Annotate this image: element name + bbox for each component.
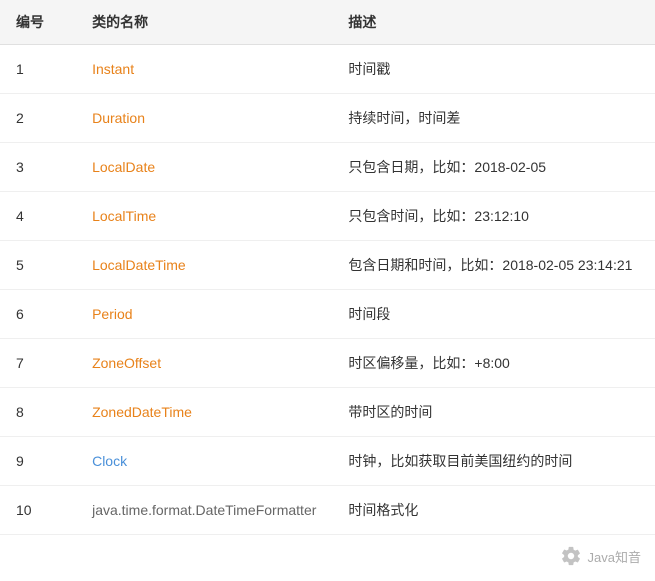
cell-class-name[interactable]: Period <box>76 290 332 339</box>
class-name-link[interactable]: LocalDateTime <box>92 257 186 273</box>
class-name-link[interactable]: LocalTime <box>92 208 156 224</box>
class-name-link[interactable]: java.time.format.DateTimeFormatter <box>92 502 316 518</box>
cell-class-name[interactable]: LocalDateTime <box>76 241 332 290</box>
class-name-link[interactable]: LocalDate <box>92 159 155 175</box>
cell-class-name[interactable]: Clock <box>76 437 332 486</box>
header-desc: 描述 <box>332 0 655 45</box>
class-name-link[interactable]: ZoneOffset <box>92 355 161 371</box>
cell-description: 时间格式化 <box>332 486 655 535</box>
class-name-link[interactable]: Instant <box>92 61 134 77</box>
cell-id: 2 <box>0 94 76 143</box>
cell-description: 时间段 <box>332 290 655 339</box>
header-id: 编号 <box>0 0 76 45</box>
table-row: 1 Instant 时间戳 <box>0 45 655 94</box>
table-header-row: 编号 类的名称 描述 <box>0 0 655 45</box>
table-row: 10 java.time.format.DateTimeFormatter 时间格式… <box>0 486 655 535</box>
cell-id: 8 <box>0 388 76 437</box>
cell-description: 带时区的时间 <box>332 388 655 437</box>
table-row: 2 Duration 持续时间，时间差 <box>0 94 655 143</box>
cell-class-name[interactable]: ZonedDateTime <box>76 388 332 437</box>
cell-class-name[interactable]: LocalTime <box>76 192 332 241</box>
cell-description: 只包含日期，比如：2018-02-05 <box>332 143 655 192</box>
table-row: 8 ZonedDateTime 带时区的时间 <box>0 388 655 437</box>
cell-id: 5 <box>0 241 76 290</box>
cell-id: 1 <box>0 45 76 94</box>
cell-class-name[interactable]: Instant <box>76 45 332 94</box>
class-name-link[interactable]: Duration <box>92 110 145 126</box>
cell-class-name[interactable]: Duration <box>76 94 332 143</box>
table-row: 9 Clock 时钟，比如获取目前美国纽约的时间 <box>0 437 655 486</box>
table-row: 5 LocalDateTime 包含日期和时间，比如：2018-02-05 23:1… <box>0 241 655 290</box>
header-class: 类的名称 <box>76 0 332 45</box>
cell-description: 只包含时间，比如：23:12:10 <box>332 192 655 241</box>
table-row: 4 LocalTime 只包含时间，比如：23:12:10 <box>0 192 655 241</box>
cell-class-name[interactable]: ZoneOffset <box>76 339 332 388</box>
table-row: 7 ZoneOffset 时区偏移量，比如：+8:00 <box>0 339 655 388</box>
cell-id: 7 <box>0 339 76 388</box>
main-table: 编号 类的名称 描述 1Instant时间戳2Duration持续时间，时间差3… <box>0 0 655 535</box>
cell-id: 6 <box>0 290 76 339</box>
cell-description: 时钟，比如获取目前美国纽约的时间 <box>332 437 655 486</box>
class-name-link[interactable]: Clock <box>92 453 127 469</box>
class-name-link[interactable]: ZonedDateTime <box>92 404 192 420</box>
cell-description: 时区偏移量，比如：+8:00 <box>332 339 655 388</box>
watermark: Java知音 <box>560 545 641 567</box>
cell-id: 9 <box>0 437 76 486</box>
cell-id: 4 <box>0 192 76 241</box>
table-container: 编号 类的名称 描述 1Instant时间戳2Duration持续时间，时间差3… <box>0 0 655 581</box>
watermark-text: Java知音 <box>588 547 641 566</box>
cell-id: 10 <box>0 486 76 535</box>
cell-id: 3 <box>0 143 76 192</box>
cell-description: 包含日期和时间，比如：2018-02-05 23:14:21 <box>332 241 655 290</box>
cell-class-name[interactable]: java.time.format.DateTimeFormatter <box>76 486 332 535</box>
cell-class-name[interactable]: LocalDate <box>76 143 332 192</box>
table-row: 6 Period 时间段 <box>0 290 655 339</box>
gear-icon <box>560 545 582 567</box>
cell-description: 时间戳 <box>332 45 655 94</box>
cell-description: 持续时间，时间差 <box>332 94 655 143</box>
table-row: 3 LocalDate 只包含日期，比如：2018-02-05 <box>0 143 655 192</box>
class-name-link[interactable]: Period <box>92 306 132 322</box>
